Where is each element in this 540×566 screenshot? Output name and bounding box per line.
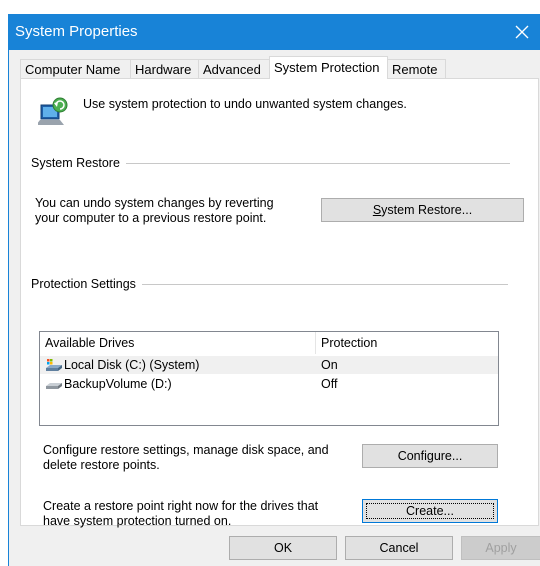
drives-list[interactable]: Available Drives Protection Local Disk (… xyxy=(39,331,499,426)
system-restore-accel: S xyxy=(372,203,382,217)
cancel-button[interactable]: Cancel xyxy=(345,536,453,560)
cancel-button-label: Cancel xyxy=(379,541,419,555)
configure-button[interactable]: Configure... xyxy=(362,444,498,468)
protection-settings-section-label: Protection Settings xyxy=(31,277,142,291)
system-restore-button[interactable]: System Restore... xyxy=(321,198,524,222)
system-restore-label-rest: ystem Restore... xyxy=(381,203,473,217)
tab-advanced[interactable]: Advanced xyxy=(198,59,270,78)
drive-protection-status: On xyxy=(321,358,338,372)
configure-button-label: Configure... xyxy=(397,449,463,463)
drives-list-header: Available Drives Protection xyxy=(40,332,498,354)
ok-button-label: OK xyxy=(273,541,293,555)
intro-text: Use system protection to undo unwanted s… xyxy=(83,97,407,111)
system-restore-description: You can undo system changes by reverting… xyxy=(35,196,274,225)
create-description: Create a restore point right now for the… xyxy=(43,499,319,528)
tab-remote[interactable]: Remote xyxy=(387,59,446,78)
dialog-body: Computer Name Hardware Advanced System P… xyxy=(8,50,540,566)
apply-button[interactable]: Apply xyxy=(461,536,540,560)
create-button[interactable]: Create... xyxy=(362,499,498,523)
drive-name: BackupVolume (D:) xyxy=(64,377,172,391)
system-restore-section-label: System Restore xyxy=(31,156,126,170)
close-icon xyxy=(515,25,529,39)
tab-hardware[interactable]: Hardware xyxy=(130,59,199,78)
column-separator[interactable] xyxy=(315,332,316,354)
tab-system-protection[interactable]: System Protection xyxy=(269,56,388,79)
drive-row[interactable]: Local Disk (C:) (System) On xyxy=(40,356,498,374)
focus-rectangle xyxy=(366,503,494,519)
dialog-button-bar: OK Cancel Apply xyxy=(9,526,540,566)
system-protection-icon xyxy=(38,97,68,125)
title-bar: System Properties xyxy=(8,14,540,50)
drive-icon xyxy=(46,383,62,389)
drive-protection-status: Off xyxy=(321,377,338,391)
system-restore-button-label: System Restore... xyxy=(373,203,472,217)
drive-row[interactable]: BackupVolume (D:) Off xyxy=(40,375,498,393)
ok-button[interactable]: OK xyxy=(229,536,337,560)
drive-name: Local Disk (C:) (System) xyxy=(64,358,200,372)
column-header-available-drives[interactable]: Available Drives xyxy=(45,336,134,350)
close-button[interactable] xyxy=(504,14,540,50)
tab-computer-name[interactable]: Computer Name xyxy=(20,59,131,78)
column-header-protection[interactable]: Protection xyxy=(321,336,377,350)
configure-description: Configure restore settings, manage disk … xyxy=(43,443,329,472)
apply-button-label: Apply xyxy=(485,541,517,555)
system-drive-icon xyxy=(46,359,62,371)
tab-panel: Use system protection to undo unwanted s… xyxy=(20,78,539,528)
window-title: System Properties xyxy=(15,23,138,40)
